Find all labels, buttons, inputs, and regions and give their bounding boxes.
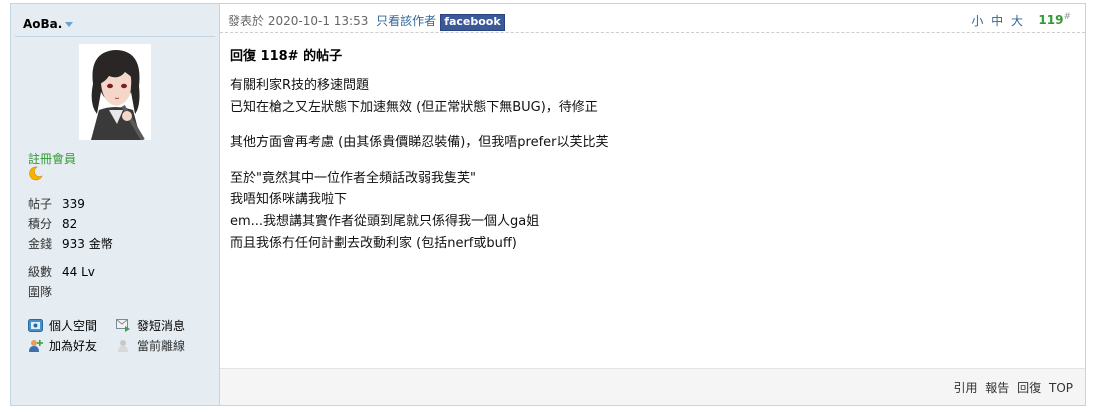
content-line: 已知在槍之又左狀態下加速無效 (但正常狀態下無BUG)，待修正 (230, 99, 598, 115)
post-actions: 引用 報告 回復 TOP (949, 379, 1073, 396)
facebook-share-button[interactable]: facebook (440, 14, 505, 31)
post-header: 發表於 2020-10-1 13:53 只看該作者 facebook 小 中 大 … (220, 4, 1085, 33)
report-button[interactable]: 報告 (985, 381, 1009, 395)
author-name[interactable]: AoBa. (23, 17, 74, 31)
divider (15, 36, 215, 37)
add-friend-link[interactable]: 加為好友 (28, 336, 116, 356)
dropdown-arrow-icon[interactable] (65, 22, 74, 27)
message-icon (116, 319, 130, 332)
author-sidebar: AoBa. 註冊會員 帖子 339 積分 82 金錢 933 金幣 級數 44 Lv 圍… (11, 4, 220, 405)
stat-points: 積分 82 (28, 217, 78, 231)
post-floor-number[interactable]: 119# (1038, 12, 1071, 27)
post-footer: 引用 報告 回復 TOP (220, 368, 1085, 405)
author-name-text[interactable]: AoBa. (23, 17, 62, 31)
add-friend-icon (29, 340, 43, 352)
avatar[interactable] (79, 44, 151, 140)
content-line: 而且我係冇任何計劃去改動利家 (包括nerf或buff) (230, 235, 517, 251)
content-line: em...我想講其實作者從頭到尾就只係得我一個人ga姐 (230, 213, 540, 229)
content-line: 有關利家R技的移速問題 (230, 78, 370, 93)
font-size-links[interactable]: 小 中 大 (971, 12, 1025, 29)
offline-status: 當前離線 (116, 336, 204, 356)
send-message-link[interactable]: 發短消息 (116, 316, 204, 336)
home-icon (28, 319, 43, 332)
post-body: 回復 118# 的帖子 有關利家R技的移速問題 已知在槍之又左狀態下加速無效 (… (220, 33, 1085, 254)
stat-level: 級數 44 Lv (28, 265, 95, 279)
content-line: 至於"竟然其中一位作者全頻話改弱我隻芙" (230, 170, 476, 186)
personal-space-link[interactable]: 個人空間 (28, 316, 116, 336)
post-meta: 發表於 2020-10-1 13:53 只看該作者 facebook (228, 12, 505, 31)
content-line: 其他方面會再考慮 (由其係貴價睇忍裝備)，但我唔prefer以芙比芙 (230, 135, 609, 151)
stat-money: 金錢 933 金幣 (28, 237, 113, 251)
top-button[interactable]: TOP (1049, 381, 1073, 395)
stat-posts: 帖子 339 (28, 197, 85, 211)
author-links: 個人空間 發短消息 加為好友 當前離線 (28, 316, 204, 356)
reply-button[interactable]: 回復 (1017, 381, 1041, 395)
moon-icon (29, 166, 43, 181)
only-author-link[interactable]: 只看該作者 (376, 14, 436, 28)
stat-extra: 圍隊 (28, 285, 53, 299)
post-content: 有關利家R技的移速問題 已知在槍之又左狀態下加速無效 (但正常狀態下無BUG)，… (230, 75, 1075, 254)
forum-post: AoBa. 註冊會員 帖子 339 積分 82 金錢 933 金幣 級數 44 Lv 圍… (10, 3, 1086, 406)
content-line: 我唔知係咪講我啦下 (230, 192, 348, 208)
user-stats: 帖子 339 積分 82 金錢 933 金幣 級數 44 Lv 圍隊 (28, 194, 113, 302)
quote-button[interactable]: 引用 (953, 381, 977, 395)
offline-user-icon (118, 340, 128, 352)
post-time: 2020-10-1 13:53 (267, 14, 369, 28)
post-title: 回復 118# 的帖子 (230, 49, 343, 64)
